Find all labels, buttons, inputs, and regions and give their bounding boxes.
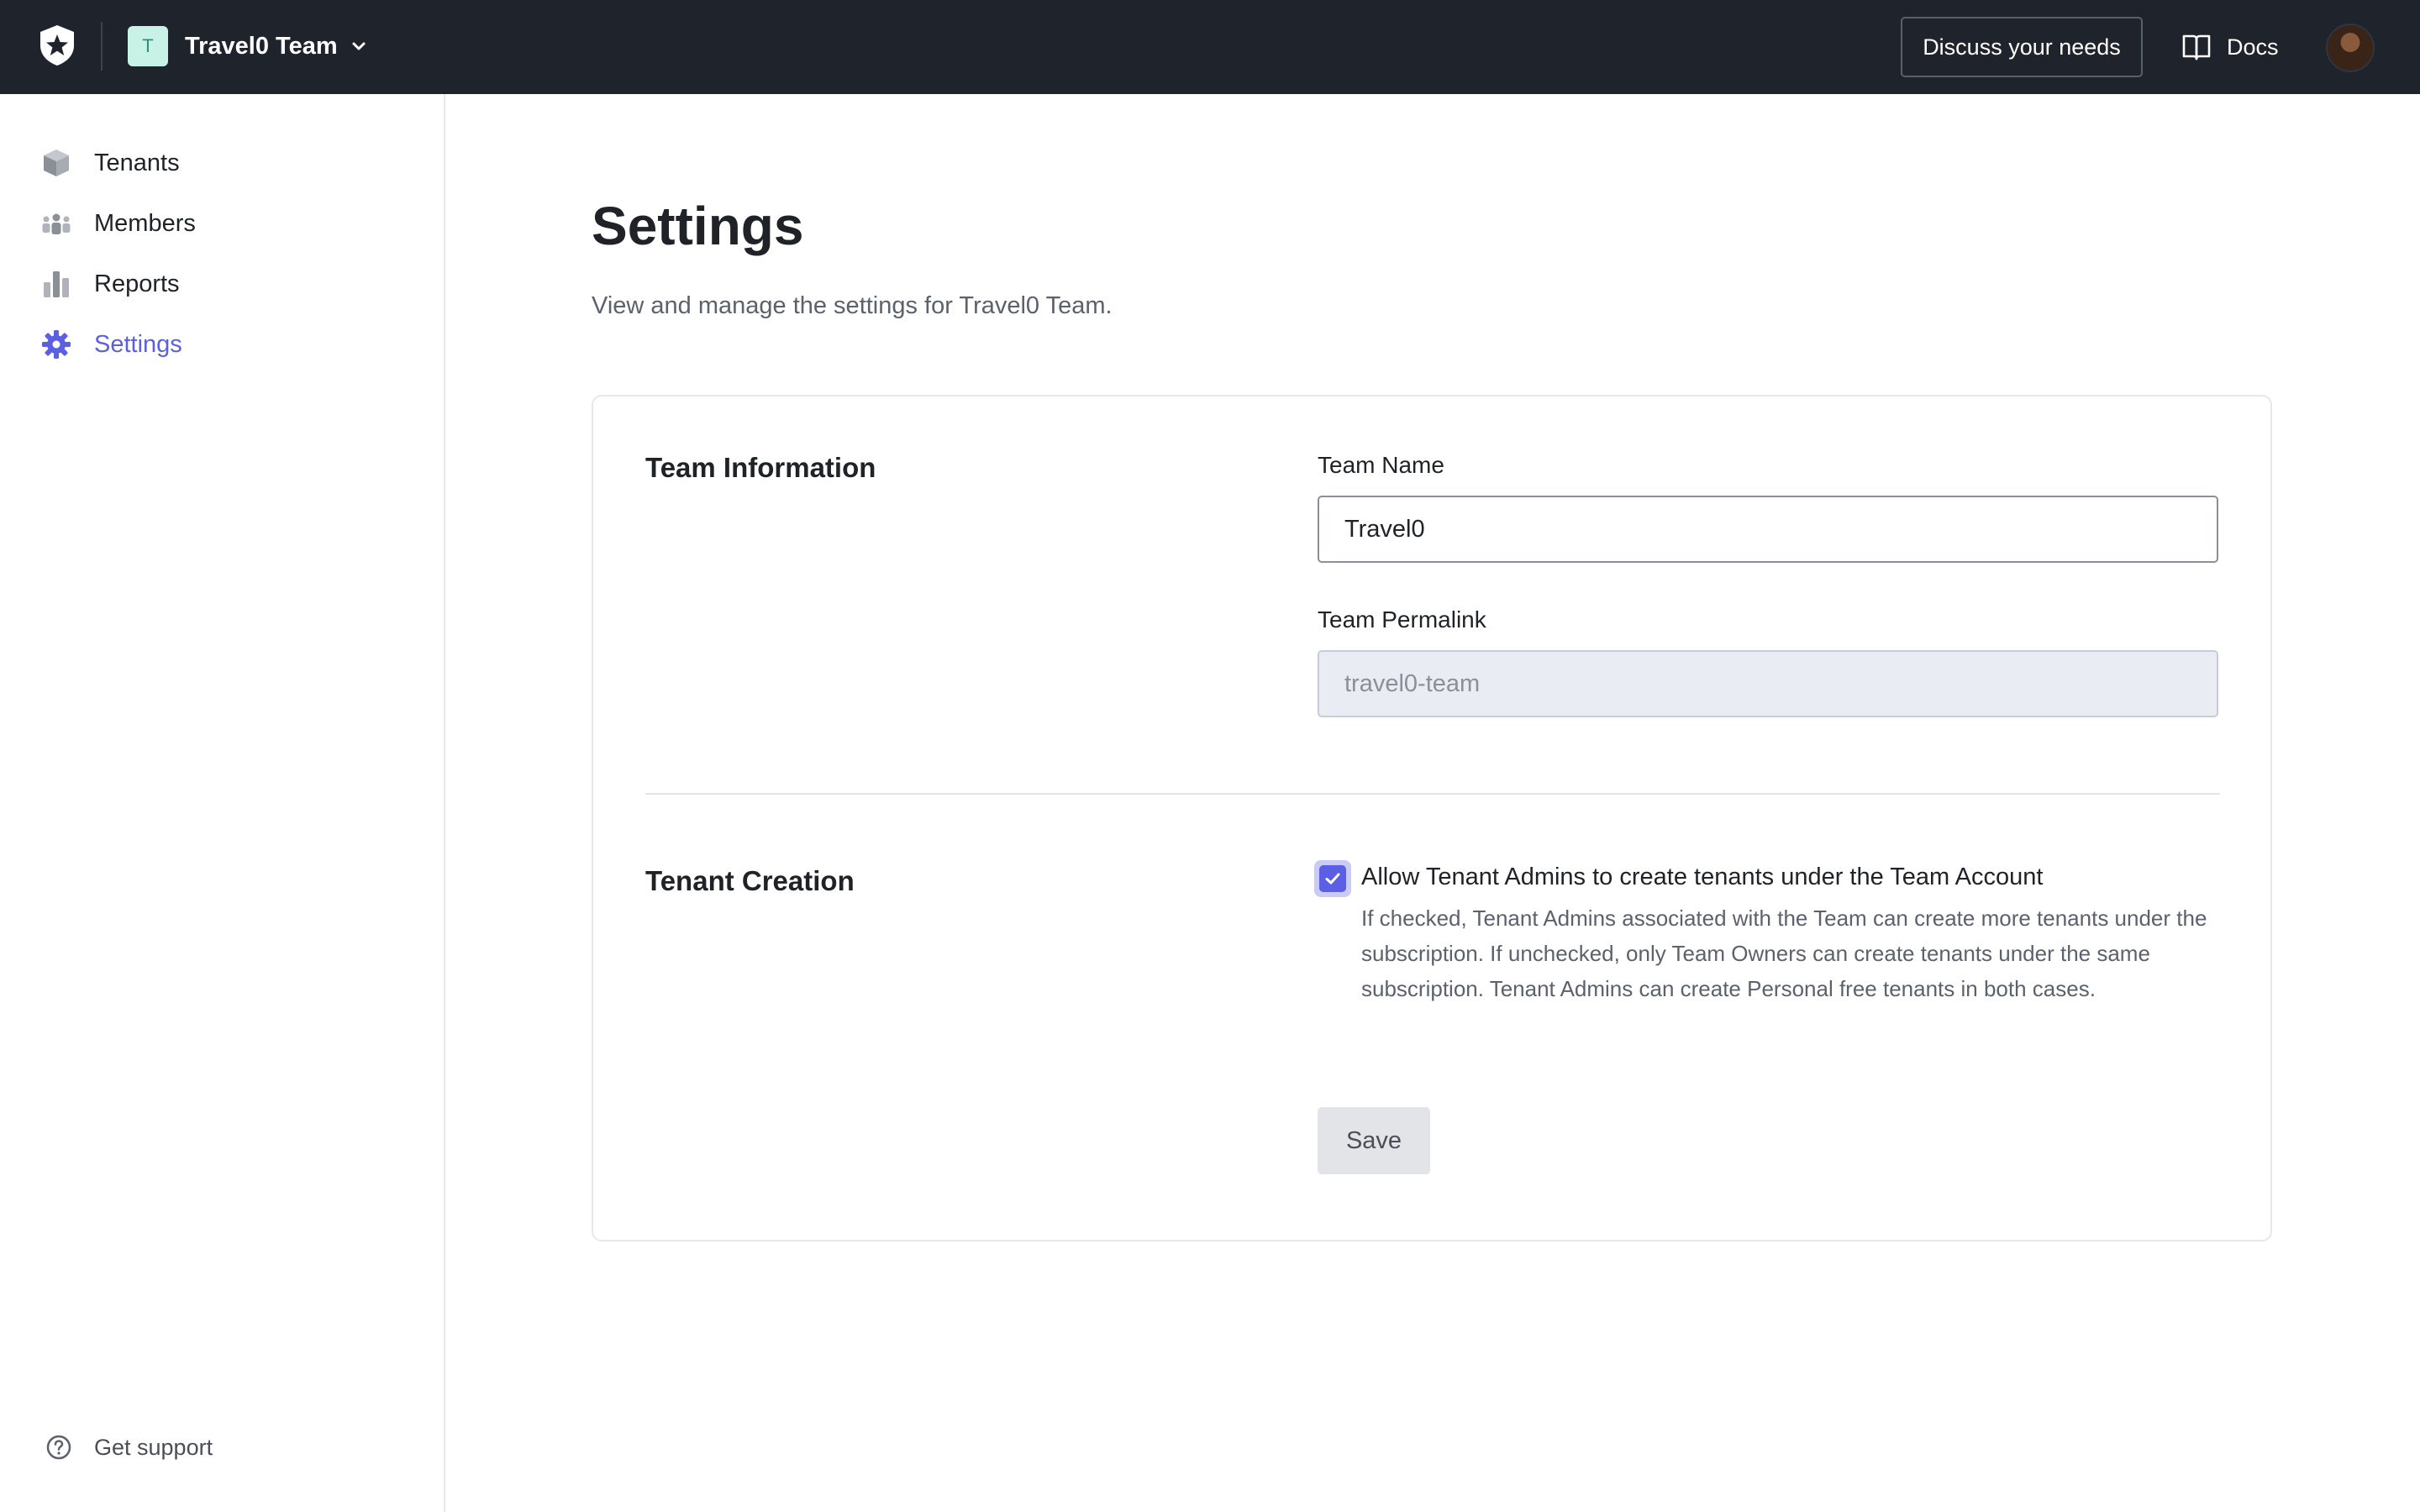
- sidebar-item-label: Reports: [94, 270, 180, 297]
- sidebar-item-members[interactable]: Members: [40, 200, 196, 247]
- sidebar-item-label: Members: [94, 209, 196, 237]
- team-switcher[interactable]: T Travel0 Team: [128, 25, 368, 67]
- book-icon: [2181, 33, 2212, 61]
- team-name: Travel0 Team: [185, 32, 338, 60]
- header-divider: [101, 22, 103, 71]
- discuss-your-needs-button[interactable]: Discuss your needs: [1901, 17, 2143, 77]
- team-name-input[interactable]: [1318, 496, 2218, 563]
- team-permalink-label: Team Permalink: [1318, 606, 1486, 633]
- allow-tenant-admins-label[interactable]: Allow Tenant Admins to create tenants un…: [1361, 864, 2043, 891]
- docs-link[interactable]: Docs: [2181, 25, 2279, 69]
- help-circle-icon: [45, 1434, 72, 1461]
- section-divider: [645, 793, 2220, 795]
- chevron-down-icon: [350, 37, 368, 55]
- members-icon: [40, 207, 72, 239]
- allow-tenant-admins-checkbox[interactable]: [1314, 860, 1351, 897]
- page-title: Settings: [592, 196, 804, 256]
- cube-icon: [40, 147, 72, 179]
- get-support-label: Get support: [94, 1434, 213, 1460]
- checkbox-checked-state: [1319, 865, 1346, 892]
- team-permalink-input: [1318, 650, 2218, 717]
- page-subtitle: View and manage the settings for Travel0…: [592, 292, 1113, 319]
- sidebar: Tenants Members Reports Settings Get sup…: [0, 94, 445, 1512]
- gear-icon: [40, 328, 72, 360]
- tenant-creation-help-text: If checked, Tenant Admins associated wit…: [1361, 906, 2207, 1001]
- top-bar: T Travel0 Team Discuss your needs Docs: [0, 0, 2420, 94]
- check-icon: [1325, 873, 1340, 885]
- settings-card: Team Information Team Name Team Permalin…: [592, 395, 2272, 1242]
- save-button[interactable]: Save: [1318, 1107, 1430, 1174]
- docs-label: Docs: [2227, 34, 2279, 60]
- sidebar-item-settings[interactable]: Settings: [40, 321, 182, 368]
- avatar[interactable]: [2326, 24, 2375, 72]
- bar-chart-icon: [40, 268, 72, 300]
- get-support-link[interactable]: Get support: [45, 1426, 213, 1468]
- auth0-logo-icon[interactable]: [37, 24, 77, 67]
- sidebar-item-label: Tenants: [94, 149, 180, 176]
- team-name-label: Team Name: [1318, 452, 1444, 478]
- sidebar-item-label: Settings: [94, 330, 182, 358]
- sidebar-item-reports[interactable]: Reports: [40, 260, 180, 307]
- team-badge: T: [128, 26, 168, 66]
- sidebar-item-tenants[interactable]: Tenants: [40, 139, 180, 186]
- team-information-title: Team Information: [645, 452, 876, 483]
- tenant-creation-title: Tenant Creation: [645, 865, 855, 896]
